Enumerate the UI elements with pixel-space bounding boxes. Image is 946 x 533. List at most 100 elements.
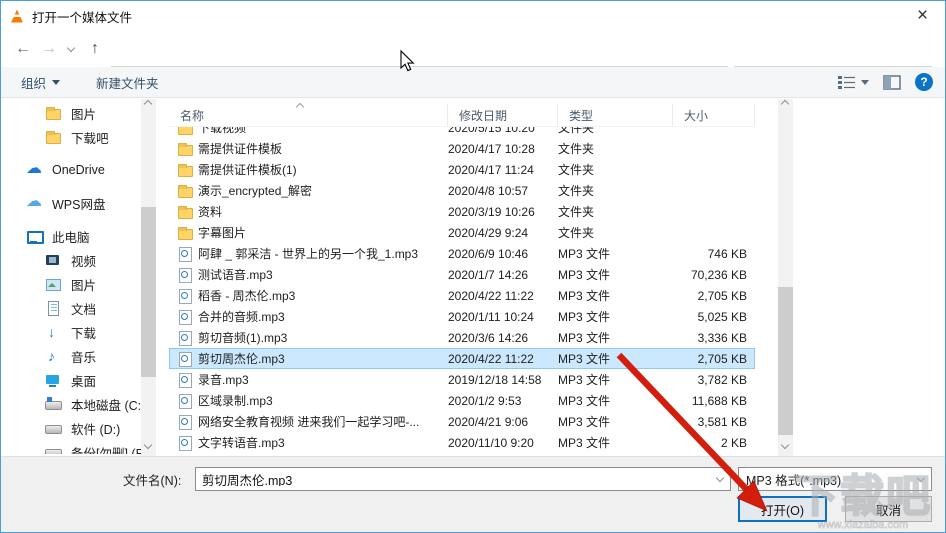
scroll-up-icon[interactable] — [780, 99, 790, 109]
file-row[interactable]: 文字转语音.mp3 2020/11/10 9:20 MP3 文件 2 KB — [169, 432, 755, 453]
question-mark-icon: ? — [920, 75, 928, 89]
folder-icon — [45, 105, 61, 121]
scroll-down-icon[interactable] — [780, 440, 790, 450]
sidebar-item[interactable]: 图片 — [1, 101, 141, 125]
sidebar-item[interactable]: 文档 — [1, 296, 141, 320]
column-header[interactable]: 修改日期 — [448, 104, 558, 126]
file-row[interactable]: 录音.mp3 2019/12/18 14:58 MP3 文件 3,782 KB — [169, 369, 755, 390]
file-date: 2020/1/7 14:26 — [448, 267, 529, 282]
cancel-button[interactable]: 取消 — [845, 496, 932, 522]
sidebar-item[interactable]: 下载吧 — [1, 125, 141, 149]
folder-icon — [177, 204, 193, 220]
file-size: 746 KB — [707, 246, 747, 261]
file-type: MP3 文件 — [558, 352, 611, 366]
file-rows: 下载视频 2020/5/15 10:20 文件夹 需提供证件模板 2020/4/… — [169, 127, 755, 453]
file-date: 2020/1/11 10:24 — [448, 309, 534, 324]
file-date: 2020/1/2 9:53 — [448, 393, 522, 408]
file-type: 文件夹 — [558, 184, 595, 198]
file-size: 5,025 KB — [697, 309, 747, 324]
file-row[interactable]: 合并的音频.mp3 2020/1/11 10:24 MP3 文件 5,025 K… — [169, 306, 755, 327]
sidebar-item[interactable]: 视频 — [1, 248, 141, 272]
column-header[interactable]: 大小 — [673, 104, 755, 126]
file-size — [673, 201, 755, 222]
file-type: MP3 文件 — [558, 268, 611, 282]
file-row[interactable]: 测试语音.mp3 2020/1/7 14:26 MP3 文件 70,236 KB — [169, 264, 755, 285]
open-button[interactable]: 打开(O) — [738, 496, 827, 522]
help-button[interactable]: ? — [915, 73, 933, 91]
sidebar-item[interactable]: 桌面 — [1, 368, 141, 392]
sidebar-item[interactable]: 图片 — [1, 272, 141, 296]
folder-icon — [177, 225, 193, 241]
sidebar-item[interactable]: 下载 — [1, 320, 141, 344]
file-name: 剪切音频(1).mp3 — [198, 331, 288, 345]
new-folder-label: 新建文件夹 — [96, 76, 159, 91]
file-list-scrollbar[interactable] — [778, 99, 793, 456]
file-row[interactable]: 剪切音频(1).mp3 2020/3/6 14:26 MP3 文件 3,336 … — [169, 327, 755, 348]
file-list-scrollbar-thumb[interactable] — [778, 287, 793, 435]
new-folder-button[interactable]: 新建文件夹 — [96, 67, 159, 97]
sidebar-item[interactable]: 备份[勿删] (E:) — [1, 440, 141, 454]
filename-label: 文件名(N): — [123, 473, 182, 488]
recent-locations-button[interactable] — [61, 35, 81, 63]
filter-value: MP3 格式(*.mp3) — [746, 473, 842, 488]
sidebar-scrollbar[interactable] — [141, 99, 156, 456]
file-row[interactable]: 区域录制.mp3 2020/1/2 9:53 MP3 文件 11,688 KB — [169, 390, 755, 411]
filename-dropdown-button[interactable] — [710, 473, 730, 482]
filename-input[interactable] — [196, 472, 710, 486]
file-date: 2020/3/19 10:26 — [448, 204, 535, 219]
file-type: MP3 文件 — [558, 247, 611, 261]
file-size: 3,782 KB — [697, 372, 747, 387]
change-view-button[interactable] — [837, 75, 869, 90]
cancel-button-label: 取消 — [875, 503, 901, 518]
file-size: 3,336 KB — [697, 330, 747, 345]
file-row[interactable]: 字幕图片 2020/4/29 9:24 文件夹 — [169, 222, 755, 243]
file-name: 剪切周杰伦.mp3 — [198, 352, 285, 366]
chevron-down-icon — [911, 473, 931, 482]
file-row[interactable]: 需提供证件模板 2020/4/17 10:28 文件夹 — [169, 138, 755, 159]
chevron-down-icon — [66, 43, 76, 52]
navigation-pane: 图片 下载吧 OneDrive WPS网盘 此电脑 视频 — [1, 101, 141, 454]
file-row[interactable]: 剪切周杰伦.mp3 2020/4/22 11:22 MP3 文件 2,705 K… — [169, 348, 755, 369]
file-row[interactable]: 网络安全教育视频 进来我们一起学习吧-... 2020/4/21 9:06 MP… — [169, 411, 755, 432]
organize-button[interactable]: 组织 — [21, 67, 61, 97]
file-date: 2020/4/17 10:28 — [448, 141, 535, 156]
sidebar-item[interactable]: 音乐 — [1, 344, 141, 368]
sidebar-item[interactable]: OneDrive — [1, 158, 141, 182]
forward-button[interactable]: → — [37, 35, 61, 63]
column-header-label: 类型 — [569, 108, 594, 123]
file-row[interactable]: 阿肆 _ 郭采洁 - 世界上的另一个我_1.mp3 2020/6/9 10:46… — [169, 243, 755, 264]
vlc-cone-icon — [11, 9, 23, 23]
file-type: 文件夹 — [558, 226, 595, 240]
file-row[interactable]: 演示_encrypted_解密 2020/4/8 10:57 文件夹 — [169, 180, 755, 201]
downloads-icon — [45, 324, 61, 340]
navigation-bar: ← → ↑ 此电脑 备份[勿删] (E:) — [1, 31, 945, 92]
file-date: 2020/5/15 10:20 — [448, 127, 535, 135]
file-size: 2,705 KB — [697, 288, 747, 303]
column-header[interactable]: 名称 — [169, 104, 448, 126]
dialog-footer: 文件名(N): MP3 格式(*.mp3) 打开(O) 取消 — [1, 456, 945, 532]
preview-pane-icon[interactable] — [883, 74, 901, 90]
sidebar-item[interactable]: 本地磁盘 (C:) — [1, 392, 141, 416]
file-type: MP3 文件 — [558, 289, 611, 303]
file-row[interactable]: 下载视频 2020/5/15 10:20 文件夹 — [169, 127, 755, 138]
documents-icon — [45, 300, 61, 316]
file-row[interactable]: 需提供证件模板(1) 2020/4/17 11:24 文件夹 — [169, 159, 755, 180]
sidebar-item[interactable]: 此电脑 — [1, 224, 141, 248]
file-row[interactable]: 稻香 - 周杰伦.mp3 2020/4/22 11:22 MP3 文件 2,70… — [169, 285, 755, 306]
scroll-down-icon[interactable] — [143, 440, 153, 450]
videos-icon — [45, 252, 61, 268]
sidebar-item-label: 备份[勿删] (E:) — [71, 446, 141, 455]
file-type-filter-dropdown[interactable]: MP3 格式(*.mp3) — [738, 467, 932, 491]
back-button[interactable]: ← — [9, 35, 37, 63]
up-button[interactable]: ↑ — [83, 35, 107, 63]
file-name: 合并的音频.mp3 — [198, 310, 285, 324]
mp3-icon — [177, 435, 193, 451]
scroll-up-icon[interactable] — [143, 99, 153, 109]
sidebar-item[interactable]: WPS网盘 — [1, 191, 141, 215]
file-row[interactable]: 资料 2020/3/19 10:26 文件夹 — [169, 201, 755, 222]
close-button[interactable]: × — [900, 1, 945, 30]
sidebar-scrollbar-thumb[interactable] — [141, 207, 156, 377]
column-header[interactable]: 类型 — [558, 104, 673, 126]
sidebar-item[interactable]: 软件 (D:) — [1, 416, 141, 440]
file-date: 2020/4/8 10:57 — [448, 183, 529, 198]
